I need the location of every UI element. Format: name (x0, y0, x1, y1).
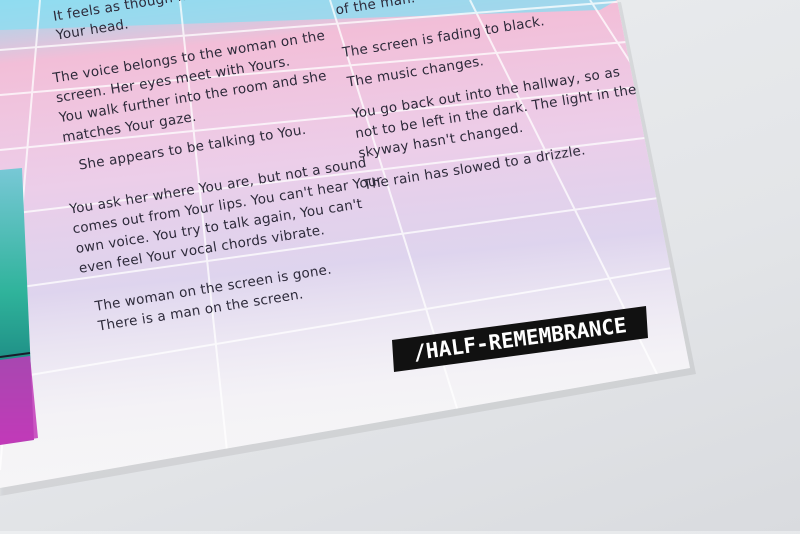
text-line: of the man. (334, 0, 417, 19)
text-line: It feels as though it is com (52, 0, 237, 25)
logo-text: /HALF-REMEMBRANCE (412, 313, 628, 365)
text-line: The screen is fading to black. (341, 13, 546, 61)
half-remembrance-logo: /HALF-REMEMBRANCE (392, 306, 648, 372)
text-line: The music changes. (345, 53, 485, 91)
